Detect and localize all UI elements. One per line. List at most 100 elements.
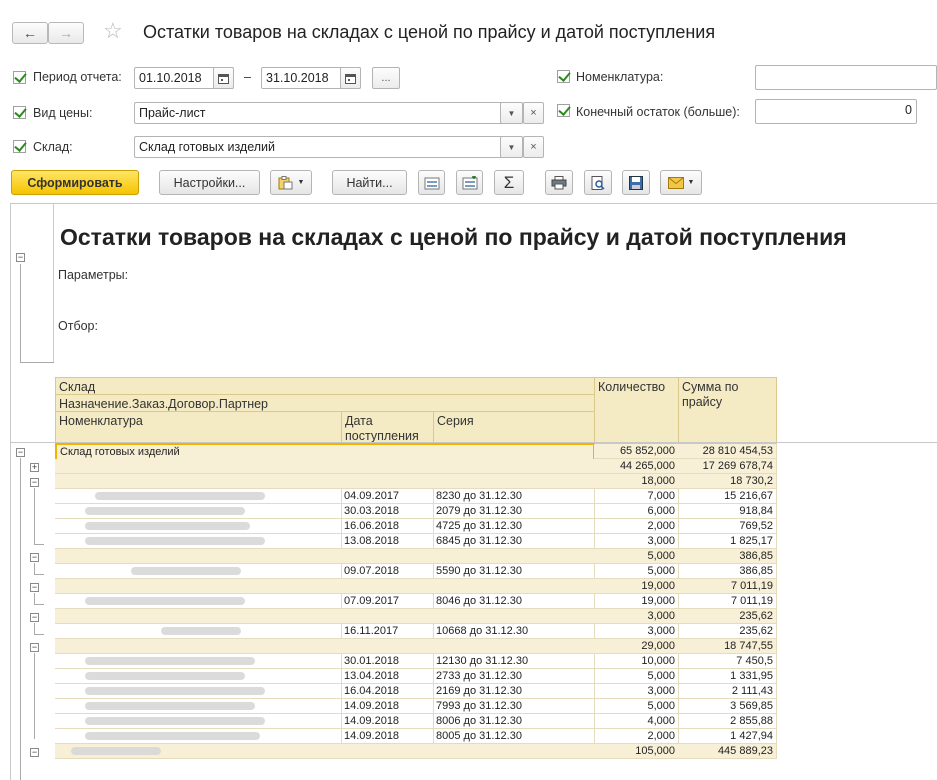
- cell-qty[interactable]: 7,000: [594, 489, 679, 504]
- preview-button[interactable]: [584, 170, 612, 195]
- end-balance-field[interactable]: 0: [755, 99, 917, 124]
- cell-date[interactable]: 14.09.2018: [341, 729, 434, 744]
- cell-series[interactable]: [433, 639, 595, 654]
- cell-date[interactable]: 16.06.2018: [341, 519, 434, 534]
- cell-date[interactable]: [341, 474, 434, 489]
- back-button[interactable]: ←: [12, 22, 48, 44]
- nomenclature-field[interactable]: [755, 65, 937, 90]
- favorite-star-icon[interactable]: ☆: [103, 18, 123, 44]
- cell-series[interactable]: 6845 до 31.12.30: [433, 534, 595, 549]
- collapse-row-toggle[interactable]: −: [30, 748, 39, 757]
- cell-sum[interactable]: 18 747,55: [678, 639, 777, 654]
- cell-sum[interactable]: 235,62: [678, 624, 777, 639]
- cell-series[interactable]: 2079 до 31.12.30: [433, 504, 595, 519]
- variants-button[interactable]: ▼: [270, 170, 312, 195]
- cell-date[interactable]: [341, 549, 434, 564]
- cell-qty[interactable]: 5,000: [594, 669, 679, 684]
- cell-date[interactable]: [341, 744, 434, 759]
- cell-sum[interactable]: 445 889,23: [678, 744, 777, 759]
- cell-series[interactable]: 8046 до 31.12.30: [433, 594, 595, 609]
- cell-nomenclature[interactable]: [55, 549, 342, 564]
- cell-series[interactable]: 8230 до 31.12.30: [433, 489, 595, 504]
- find-button[interactable]: Найти...: [332, 170, 407, 195]
- cell-date[interactable]: [341, 639, 434, 654]
- cell-series[interactable]: [433, 609, 595, 624]
- warehouse-dropdown-button[interactable]: ▼: [500, 136, 523, 158]
- cell-date[interactable]: [341, 579, 434, 594]
- cell-qty[interactable]: 3,000: [594, 624, 679, 639]
- print-button[interactable]: [545, 170, 573, 195]
- cell-qty[interactable]: 5,000: [594, 699, 679, 714]
- collapse-row-toggle[interactable]: −: [30, 478, 39, 487]
- cell-date[interactable]: 09.07.2018: [341, 564, 434, 579]
- cell-date[interactable]: 13.08.2018: [341, 534, 434, 549]
- cell-qty[interactable]: 44 265,000: [594, 459, 679, 474]
- cell-series[interactable]: [433, 744, 595, 759]
- cell-date[interactable]: [341, 609, 434, 624]
- cell-qty[interactable]: 10,000: [594, 654, 679, 669]
- cell-series[interactable]: [433, 459, 595, 474]
- price-type-field[interactable]: Прайс-лист: [134, 102, 523, 124]
- cell-date[interactable]: 16.11.2017: [341, 624, 434, 639]
- collapse-row-toggle[interactable]: −: [30, 583, 39, 592]
- cell-qty[interactable]: 2,000: [594, 729, 679, 744]
- price-type-checkbox[interactable]: [13, 106, 26, 119]
- cell-date[interactable]: [341, 459, 434, 474]
- cell-date[interactable]: 14.09.2018: [341, 714, 434, 729]
- cell-sum[interactable]: 1 331,95: [678, 669, 777, 684]
- cell-sum[interactable]: 235,62: [678, 609, 777, 624]
- period-from-calendar-button[interactable]: [213, 67, 234, 89]
- warehouse-field[interactable]: Склад готовых изделий: [134, 136, 523, 158]
- cell-series[interactable]: [433, 549, 595, 564]
- cell-sum[interactable]: 18 730,2: [678, 474, 777, 489]
- cell-sum[interactable]: 386,85: [678, 549, 777, 564]
- cell-qty[interactable]: 18,000: [594, 474, 679, 489]
- collapse-row-toggle[interactable]: −: [30, 613, 39, 622]
- cell-sum[interactable]: 1 825,17: [678, 534, 777, 549]
- period-to-calendar-button[interactable]: [340, 67, 361, 89]
- cell-qty[interactable]: 3,000: [594, 534, 679, 549]
- cell-sum[interactable]: 386,85: [678, 564, 777, 579]
- report-sheet[interactable]: − Остатки товаров на складах с ценой по …: [10, 203, 937, 780]
- cell-qty[interactable]: 4,000: [594, 714, 679, 729]
- collapse-row-toggle[interactable]: −: [16, 448, 25, 457]
- collapse-row-toggle[interactable]: −: [30, 553, 39, 562]
- cell-sum[interactable]: 7 450,5: [678, 654, 777, 669]
- cell-series[interactable]: [433, 579, 595, 594]
- cell-qty[interactable]: 6,000: [594, 504, 679, 519]
- cell-nomenclature[interactable]: [55, 474, 342, 489]
- cell-qty[interactable]: 5,000: [594, 564, 679, 579]
- collapse-groups-button[interactable]: [418, 170, 445, 195]
- cell-series[interactable]: 2169 до 31.12.30: [433, 684, 595, 699]
- cell-date[interactable]: 30.03.2018: [341, 504, 434, 519]
- collapse-row-toggle[interactable]: −: [30, 643, 39, 652]
- cell-sum[interactable]: 769,52: [678, 519, 777, 534]
- cell-series[interactable]: 7993 до 31.12.30: [433, 699, 595, 714]
- cell-qty[interactable]: 3,000: [594, 609, 679, 624]
- cell-sum[interactable]: 1 427,94: [678, 729, 777, 744]
- cell-sum[interactable]: 17 269 678,74: [678, 459, 777, 474]
- end-balance-checkbox[interactable]: [557, 104, 570, 117]
- expand-groups-button[interactable]: [456, 170, 483, 195]
- price-type-clear-button[interactable]: ×: [523, 102, 544, 124]
- cell-series[interactable]: 10668 до 31.12.30: [433, 624, 595, 639]
- cell-qty[interactable]: 29,000: [594, 639, 679, 654]
- cell-sum[interactable]: 7 011,19: [678, 594, 777, 609]
- cell-qty[interactable]: 3,000: [594, 684, 679, 699]
- cell-nomenclature[interactable]: [55, 609, 342, 624]
- cell-nomenclature[interactable]: [55, 579, 342, 594]
- cell-qty[interactable]: 19,000: [594, 579, 679, 594]
- cell-date[interactable]: 16.04.2018: [341, 684, 434, 699]
- period-select-button[interactable]: ...: [372, 67, 400, 89]
- cell-date[interactable]: 07.09.2017: [341, 594, 434, 609]
- nomenclature-checkbox[interactable]: [557, 70, 570, 83]
- period-checkbox[interactable]: [13, 71, 26, 84]
- cell-nomenclature[interactable]: [55, 639, 342, 654]
- cell-series[interactable]: 4725 до 31.12.30: [433, 519, 595, 534]
- warehouse-clear-button[interactable]: ×: [523, 136, 544, 158]
- cell-sum[interactable]: 2 855,88: [678, 714, 777, 729]
- cell-series[interactable]: [433, 474, 595, 489]
- cell-nomenclature[interactable]: [55, 459, 342, 474]
- save-button[interactable]: [622, 170, 650, 195]
- cell-date[interactable]: 30.01.2018: [341, 654, 434, 669]
